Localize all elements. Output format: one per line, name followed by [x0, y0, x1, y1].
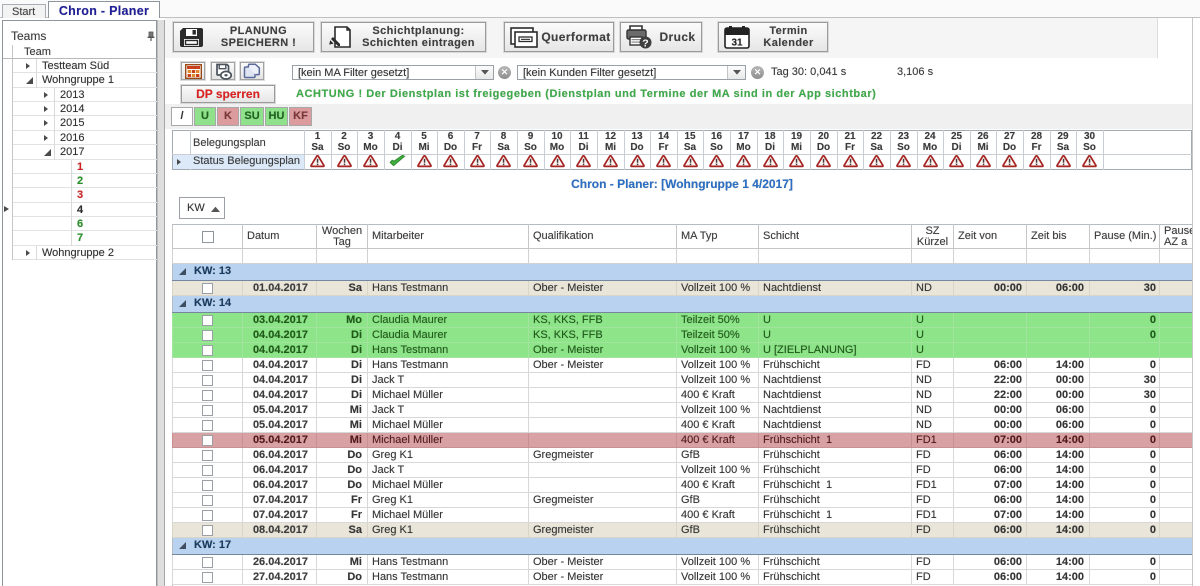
svg-text:?: ?	[642, 38, 648, 50]
svg-text:31: 31	[731, 37, 743, 48]
